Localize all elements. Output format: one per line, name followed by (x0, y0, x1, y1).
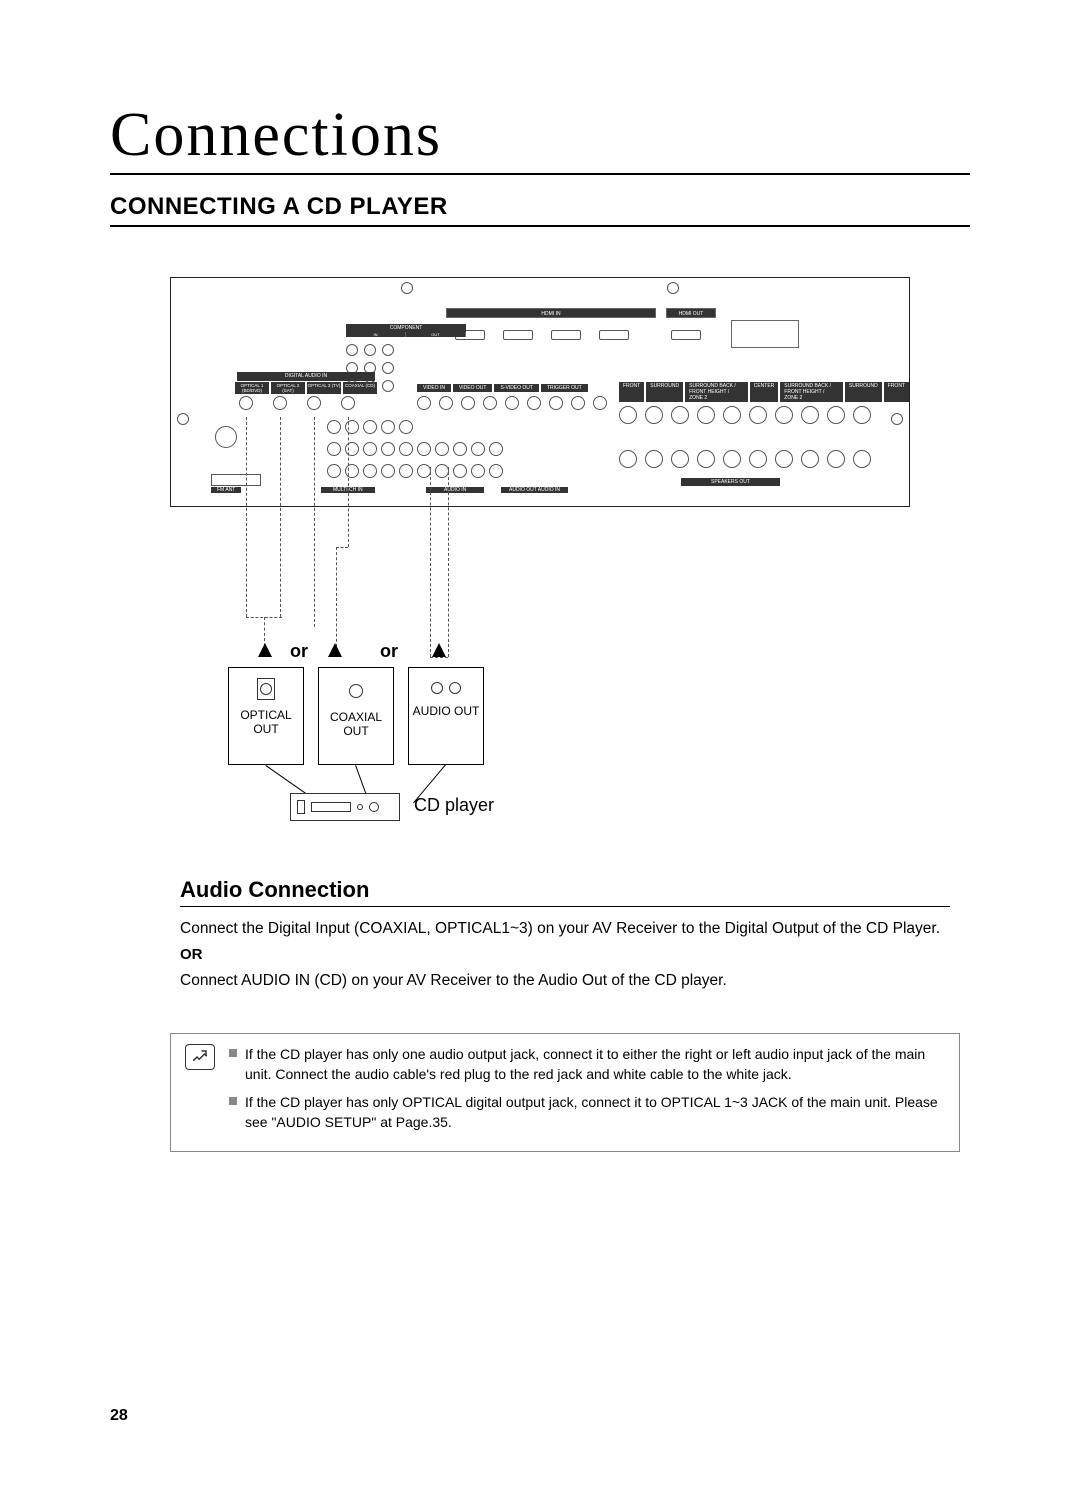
audio-connection-heading: Audio Connection (180, 877, 950, 907)
or-label-2: or (380, 641, 398, 662)
bullet-icon (229, 1049, 237, 1057)
optical1-jack (239, 396, 253, 410)
hdmi-in-label: HDMI IN (446, 308, 656, 318)
av-receiver-rear-panel: HDMI IN HDMI OUT COMPONENT INOUT DIGITAL… (170, 277, 910, 507)
note-item-1: If the CD player has only one audio outp… (229, 1044, 945, 1085)
optical-out-box: OPTICAL OUT (228, 667, 304, 765)
stereo-jack (215, 426, 237, 448)
firmware-port (731, 320, 799, 348)
instruction-1: Connect the Digital Input (COAXIAL, OPTI… (180, 917, 950, 940)
cd-player-icon (290, 793, 400, 821)
or-label-1: or (290, 641, 308, 662)
optical2-jack (273, 396, 287, 410)
page-number: 28 (110, 1407, 128, 1425)
section-heading: CONNECTING A CD PLAYER (110, 193, 970, 227)
coaxial-connector-icon (349, 684, 363, 698)
page-title: Connections (110, 100, 970, 175)
instruction-2: Connect AUDIO IN (CD) on your AV Receive… (180, 969, 950, 992)
note-item-2: If the CD player has only OPTICAL digita… (229, 1092, 945, 1133)
audio-out-box: AUDIO OUT (408, 667, 484, 765)
connection-diagram: HDMI IN HDMI OUT COMPONENT INOUT DIGITAL… (170, 277, 910, 847)
hdmi-out-label: HDMI OUT (666, 308, 716, 318)
digital-audio-in-label: DIGITAL AUDIO IN (237, 372, 375, 381)
cable-routing: or or OPTICAL OUT COAXIAL OUT AUDIO OUT (170, 507, 910, 847)
cd-player-label: CD player (414, 795, 494, 816)
bullet-icon (229, 1097, 237, 1105)
optical3-jack (307, 396, 321, 410)
coaxial-out-box: COAXIAL OUT (318, 667, 394, 765)
or-separator: OR (180, 946, 950, 963)
rca-connector-icon (409, 682, 483, 694)
note-icon (185, 1044, 215, 1070)
optical-connector-icon (257, 678, 275, 700)
speakers-out-label: SPEAKERS OUT (681, 478, 780, 486)
note-box: If the CD player has only one audio outp… (170, 1033, 960, 1152)
coaxial-jack (341, 396, 355, 410)
